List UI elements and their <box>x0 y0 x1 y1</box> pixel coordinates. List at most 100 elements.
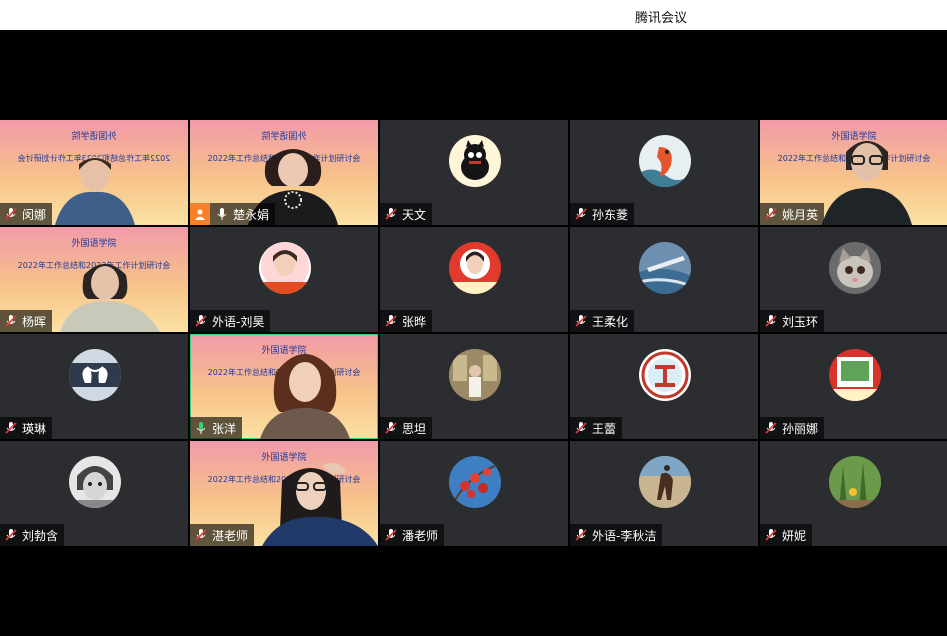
mic-muted-icon[interactable] <box>380 310 402 332</box>
name-bar: 楚永娟 <box>190 203 276 225</box>
avatar <box>639 135 691 187</box>
name-bar: 孙东菱 <box>570 203 635 225</box>
name-bar: 思坦 <box>380 417 433 439</box>
participant-grid: 外国语学院 2022年工作总结和2023年工作计划研讨会 闵娜 外国语学院 20… <box>0 120 947 547</box>
mic-muted-icon[interactable] <box>0 524 22 546</box>
mic-speaking-icon[interactable] <box>190 417 212 439</box>
video-tile-14[interactable]: 孙丽娜 <box>760 334 947 439</box>
window-titlebar: 腾讯会议 <box>0 0 947 30</box>
host-icon <box>190 203 210 225</box>
video-tile-12[interactable]: 思坦 <box>380 334 568 439</box>
mic-muted-icon[interactable] <box>0 417 22 439</box>
avatar <box>639 456 691 508</box>
video-tile-19[interactable]: 妍妮 <box>760 441 947 546</box>
video-tile-2[interactable]: 天文 <box>380 120 568 225</box>
name-bar: 天文 <box>380 203 433 225</box>
name-bar: 瑛琳 <box>0 417 53 439</box>
video-tile-18[interactable]: 外语-李秋洁 <box>570 441 758 546</box>
mic-muted-icon[interactable] <box>0 310 22 332</box>
mic-muted-icon[interactable] <box>760 524 782 546</box>
participant-name: 思坦 <box>402 421 427 436</box>
banner-line-1: 外国语学院 <box>71 239 117 249</box>
avatar <box>639 242 691 294</box>
avatar <box>449 349 501 401</box>
app-title: 腾讯会议 <box>635 11 688 26</box>
avatar <box>449 135 501 187</box>
avatar <box>829 349 881 401</box>
participant-name: 刘玉环 <box>782 314 819 329</box>
name-bar: 刘玉环 <box>760 310 825 332</box>
participant-video <box>60 255 160 332</box>
video-tile-10[interactable]: 瑛琳 <box>0 334 188 439</box>
participant-name: 外语-李秋洁 <box>592 528 657 543</box>
video-tile-15[interactable]: 刘勃含 <box>0 441 188 546</box>
participant-name: 湛老师 <box>212 528 249 543</box>
participant-name: 刘勃含 <box>22 528 59 543</box>
participant-name: 潘老师 <box>402 528 439 543</box>
participant-name: 楚永娟 <box>233 207 270 222</box>
mic-muted-icon[interactable] <box>760 203 782 225</box>
name-bar: 妍妮 <box>760 524 813 546</box>
mic-muted-icon[interactable] <box>570 310 592 332</box>
avatar <box>829 456 881 508</box>
video-tile-6[interactable]: 外语-刘昊 <box>190 227 378 332</box>
participant-name: 张晔 <box>402 314 427 329</box>
participant-name: 王蕾 <box>592 421 617 436</box>
name-bar: 外语-李秋洁 <box>570 524 663 546</box>
participant-name: 天文 <box>402 207 427 222</box>
video-tile-9[interactable]: 刘玉环 <box>760 227 947 332</box>
mic-muted-icon[interactable] <box>380 203 402 225</box>
name-bar: 张晔 <box>380 310 433 332</box>
participant-name: 孙丽娜 <box>782 421 819 436</box>
participant-video <box>262 459 378 546</box>
name-bar: 刘勃含 <box>0 524 65 546</box>
participant-video <box>822 130 912 225</box>
banner-line-1: 外国语学院 <box>71 132 117 142</box>
name-bar: 闵娜 <box>0 203 53 225</box>
mic-muted-icon[interactable] <box>570 524 592 546</box>
avatar <box>69 349 121 401</box>
video-tile-7[interactable]: 张晔 <box>380 227 568 332</box>
participant-name: 杨晖 <box>22 314 47 329</box>
name-bar: 王柔化 <box>570 310 635 332</box>
participant-name: 张洋 <box>212 421 237 436</box>
mic-muted-icon[interactable] <box>190 524 212 546</box>
name-bar: 姚月英 <box>760 203 825 225</box>
video-tile-16[interactable]: 外国语学院 2022年工作总结和2023年工作计划研讨会 湛老师 <box>190 441 378 546</box>
participant-name: 瑛琳 <box>22 421 47 436</box>
mic-muted-icon[interactable] <box>190 310 212 332</box>
participant-video <box>260 342 350 439</box>
video-tile-8[interactable]: 王柔化 <box>570 227 758 332</box>
participant-name: 孙东菱 <box>592 207 629 222</box>
video-tile-4[interactable]: 外国语学院 2022年工作总结和2023年工作计划研讨会 姚月英 <box>760 120 947 225</box>
mic-muted-icon[interactable] <box>380 417 402 439</box>
video-tile-13[interactable]: 王蕾 <box>570 334 758 439</box>
name-bar: 张洋 <box>190 417 243 439</box>
video-tile-1[interactable]: 外国语学院 2022年工作总结和2023年工作计划研讨会 楚永娟 <box>190 120 378 225</box>
mic-muted-icon[interactable] <box>760 417 782 439</box>
participant-name: 外语-刘昊 <box>212 314 265 329</box>
mic-muted-icon[interactable] <box>570 417 592 439</box>
video-tile-11[interactable]: 外国语学院 2022年工作总结和2023年工作计划研讨会 张洋 <box>190 334 378 439</box>
avatar <box>829 242 881 294</box>
video-tile-3[interactable]: 孙东菱 <box>570 120 758 225</box>
participant-name: 闵娜 <box>22 207 47 222</box>
video-tile-0[interactable]: 外国语学院 2022年工作总结和2023年工作计划研讨会 闵娜 <box>0 120 188 225</box>
mic-muted-icon[interactable] <box>0 203 22 225</box>
participant-name: 妍妮 <box>782 528 807 543</box>
avatar <box>449 242 501 294</box>
video-tile-5[interactable]: 外国语学院 2022年工作总结和2023年工作计划研讨会 杨晖 <box>0 227 188 332</box>
avatar <box>449 456 501 508</box>
avatar <box>259 242 311 294</box>
participant-video <box>55 152 135 225</box>
name-bar: 王蕾 <box>570 417 623 439</box>
mic-muted-icon[interactable] <box>570 203 592 225</box>
participant-name: 王柔化 <box>592 314 629 329</box>
mic-icon[interactable] <box>211 203 233 225</box>
mic-muted-icon[interactable] <box>380 524 402 546</box>
video-tile-17[interactable]: 潘老师 <box>380 441 568 546</box>
participant-name: 姚月英 <box>782 207 819 222</box>
name-bar: 外语-刘昊 <box>190 310 271 332</box>
avatar <box>69 456 121 508</box>
mic-muted-icon[interactable] <box>760 310 782 332</box>
